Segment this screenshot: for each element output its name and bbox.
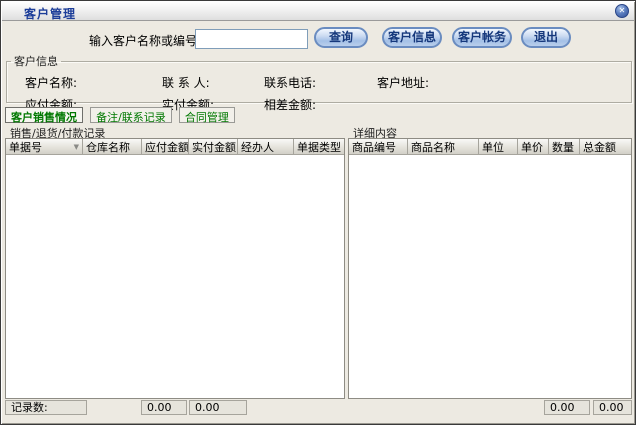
title-bar[interactable]: 客户管理 ✕: [2, 2, 634, 21]
col-header-unit[interactable]: 单位: [479, 139, 518, 155]
detail-table: 商品编号 商品名称 单位 单价 数量 总金额: [348, 138, 632, 399]
customer-info-button[interactable]: 客户信息: [382, 27, 442, 48]
col-header-paid[interactable]: 实付金额: [189, 139, 238, 155]
sales-sum-payable-field: 0.00: [141, 400, 187, 415]
col-header-product-no[interactable]: 商品编号: [349, 139, 408, 155]
col-header-order-no[interactable]: 单据号 ▼: [6, 139, 83, 155]
customer-info-group-title: 客户信息: [11, 53, 61, 69]
difference-amount-label: 相差金额:: [264, 96, 316, 113]
detail-sum-quantity-field: 0.00: [544, 400, 590, 415]
col-header-quantity[interactable]: 数量: [549, 139, 580, 155]
col-header-payable[interactable]: 应付金额: [142, 139, 189, 155]
col-header-handler[interactable]: 经办人: [238, 139, 294, 155]
filter-icon[interactable]: ▼: [72, 143, 79, 151]
sales-sum-paid-field: 0.00: [189, 400, 247, 415]
col-header-product-name[interactable]: 商品名称: [408, 139, 479, 155]
detail-sum-amount-field: 0.00: [593, 400, 632, 415]
tab-notes-contacts[interactable]: 备注/联系记录: [90, 107, 172, 123]
customer-address-label: 客户地址:: [377, 74, 429, 91]
tab-contract-mgmt[interactable]: 合同管理: [179, 107, 235, 123]
col-header-total-amount[interactable]: 总金额: [580, 139, 631, 155]
close-icon[interactable]: ✕: [615, 4, 629, 18]
customer-name-label: 客户名称:: [25, 74, 77, 91]
col-header-warehouse[interactable]: 仓库名称: [83, 139, 142, 155]
customer-account-button[interactable]: 客户帐务: [452, 27, 512, 48]
col-header-unit-price[interactable]: 单价: [518, 139, 549, 155]
query-button[interactable]: 查询: [314, 27, 368, 48]
tab-customer-sales[interactable]: 客户销售情况: [5, 107, 83, 123]
search-label: 输入客户名称或编号:: [89, 32, 201, 49]
detail-table-header: 商品编号 商品名称 单位 单价 数量 总金额: [349, 139, 631, 155]
sales-table-header: 单据号 ▼ 仓库名称 应付金额 实付金额 经办人 单据类型: [6, 139, 344, 155]
contact-phone-label: 联系电话:: [264, 74, 316, 91]
col-label-order-no: 单据号: [9, 139, 42, 155]
contact-person-label: 联 系 人:: [162, 74, 210, 91]
window-title: 客户管理: [24, 5, 76, 22]
record-count-field: 记录数:: [5, 400, 87, 415]
customer-management-window: 客户管理 ✕ 输入客户名称或编号: 查询 客户信息 客户帐务 退出 客户信息 客…: [0, 0, 636, 425]
search-input[interactable]: [195, 29, 308, 49]
customer-info-group: 客户信息 客户名称: 联 系 人: 联系电话: 客户地址: 应付金额: 实付金额…: [6, 53, 632, 103]
exit-button[interactable]: 退出: [521, 27, 571, 48]
col-header-order-type[interactable]: 单据类型: [294, 139, 344, 155]
sales-table: 单据号 ▼ 仓库名称 应付金额 实付金额 经办人 单据类型: [5, 138, 345, 399]
tab-bar: 客户销售情况 备注/联系记录 合同管理: [5, 107, 237, 124]
